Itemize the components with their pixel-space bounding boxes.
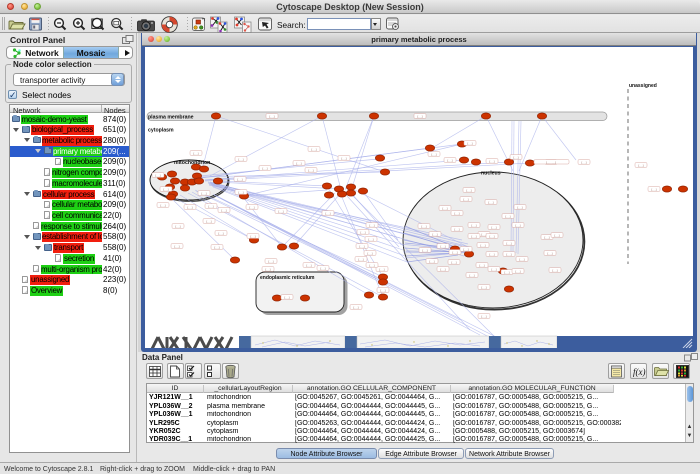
- svg-text:[....]: [....]: [341, 156, 346, 160]
- svg-text:endoplasmic reticulum: endoplasmic reticulum: [260, 275, 315, 281]
- svg-text:[....]: [....]: [268, 259, 273, 263]
- svg-text:[....]: [....]: [429, 259, 434, 263]
- svg-text:[....]: [....]: [422, 248, 427, 252]
- svg-text:[....]: [....]: [206, 219, 211, 223]
- svg-text:[....]: [....]: [160, 203, 165, 207]
- svg-text:[....]: [....]: [432, 232, 437, 236]
- svg-text:[....]: [....]: [367, 251, 372, 255]
- svg-text:[....]: [....]: [489, 234, 494, 238]
- svg-text:[....]: [....]: [505, 214, 510, 218]
- svg-text:nucleus: nucleus: [481, 171, 501, 177]
- svg-text:[....]: [....]: [358, 257, 363, 261]
- svg-text:[....]: [....]: [544, 235, 549, 239]
- svg-text:mitochondrion: mitochondrion: [174, 160, 210, 166]
- svg-text:[....]: [....]: [581, 160, 586, 164]
- svg-text:[....]: [....]: [174, 244, 179, 248]
- svg-text:[....]: [....]: [155, 173, 160, 177]
- svg-text:[....]: [....]: [308, 168, 313, 172]
- svg-text:[....]: [....]: [463, 247, 468, 251]
- svg-text:[....]: [....]: [380, 288, 385, 292]
- svg-text:[....]: [....]: [513, 155, 518, 159]
- svg-text:[....]: [....]: [491, 267, 496, 271]
- svg-text:[....]: [....]: [201, 191, 206, 195]
- svg-text:[....]: [....]: [454, 227, 459, 231]
- svg-text:[....]: [....]: [440, 244, 445, 248]
- svg-text:[....]: [....]: [369, 223, 374, 227]
- svg-text:[....]: [....]: [417, 114, 422, 118]
- svg-text:[....]: [....]: [466, 188, 471, 192]
- svg-text:[....]: [....]: [515, 223, 520, 227]
- svg-text:[..........]: [..........]: [546, 160, 556, 164]
- svg-text:[....]: [....]: [238, 157, 243, 161]
- svg-text:[....]: [....]: [187, 205, 192, 209]
- svg-text:[....]: [....]: [311, 147, 316, 151]
- svg-text:[....]: [....]: [296, 161, 301, 165]
- svg-text:[....]: [....]: [504, 270, 509, 274]
- svg-text:plasma membrane: plasma membrane: [148, 115, 194, 121]
- svg-text:[....]: [....]: [638, 163, 643, 167]
- svg-text:[....]: [....]: [214, 245, 219, 249]
- svg-text:[....]: [....]: [452, 250, 457, 254]
- svg-text:[....]: [....]: [552, 268, 557, 272]
- svg-text:[....]: [....]: [208, 204, 213, 208]
- svg-text:[....]: [....]: [489, 159, 494, 163]
- svg-text:[....]: [....]: [265, 267, 270, 271]
- svg-text:[....]: [....]: [193, 151, 198, 155]
- svg-text:[....]: [....]: [325, 211, 330, 215]
- svg-text:[....]: [....]: [379, 267, 384, 271]
- svg-text:[....]: [....]: [262, 166, 267, 170]
- svg-text:[....]: [....]: [480, 243, 485, 247]
- svg-text:[....]: [....]: [306, 263, 311, 267]
- svg-text:[....]: [....]: [368, 237, 373, 241]
- svg-text:[....]: [....]: [489, 252, 494, 256]
- svg-text:[....]: [....]: [479, 263, 484, 267]
- svg-text:[....]: [....]: [651, 187, 656, 191]
- svg-text:[....]: [....]: [442, 206, 447, 210]
- svg-text:[....]: [....]: [250, 234, 255, 238]
- svg-text:[....]: [....]: [284, 295, 289, 299]
- svg-text:[....]: [....]: [163, 187, 168, 191]
- svg-text:[....]: [....]: [547, 251, 552, 255]
- svg-text:[....]: [....]: [369, 263, 374, 267]
- svg-text:[....]: [....]: [237, 177, 242, 181]
- svg-text:[....]: [....]: [249, 205, 254, 209]
- svg-text:[....]: [....]: [481, 314, 486, 318]
- svg-text:[....]: [....]: [471, 234, 476, 238]
- svg-text:[....]: [....]: [359, 244, 364, 248]
- svg-text:[....]: [....]: [506, 252, 511, 256]
- svg-text:[....]: [....]: [467, 141, 472, 145]
- svg-text:[....]: [....]: [269, 114, 274, 118]
- svg-text:[....]: [....]: [221, 208, 226, 212]
- svg-text:[....]: [....]: [463, 197, 468, 201]
- svg-text:[....]: [....]: [471, 223, 476, 227]
- svg-text:[....]: [....]: [440, 267, 445, 271]
- svg-text:unassigned: unassigned: [629, 83, 657, 89]
- svg-text:cytoplasm: cytoplasm: [148, 128, 174, 134]
- svg-text:[....]: [....]: [554, 233, 559, 237]
- svg-text:[....]: [....]: [238, 190, 243, 194]
- svg-text:[....]: [....]: [278, 209, 283, 213]
- svg-text:[....]: [....]: [481, 285, 486, 289]
- svg-text:[....]: [....]: [454, 211, 459, 215]
- svg-text:[....]: [....]: [353, 305, 358, 309]
- svg-text:[....]: [....]: [360, 230, 365, 234]
- svg-text:[....]: [....]: [517, 205, 522, 209]
- svg-text:[....]: [....]: [491, 225, 496, 229]
- svg-text:[....]: [....]: [506, 241, 511, 245]
- svg-text:[....]: [....]: [469, 273, 474, 277]
- svg-text:[....]: [....]: [519, 257, 524, 261]
- svg-text:[....]: [....]: [320, 266, 325, 270]
- svg-text:[....]: [....]: [451, 260, 456, 264]
- svg-text:[....]: [....]: [175, 224, 180, 228]
- svg-text:f(x): f(x): [633, 367, 646, 377]
- svg-text:[....]: [....]: [431, 152, 436, 156]
- svg-text:[....]: [....]: [515, 269, 520, 273]
- svg-text:[....]: [....]: [218, 231, 223, 235]
- svg-text:[....]: [....]: [447, 158, 452, 162]
- svg-text:[....]: [....]: [421, 224, 426, 228]
- svg-text:[....]: [....]: [488, 200, 493, 204]
